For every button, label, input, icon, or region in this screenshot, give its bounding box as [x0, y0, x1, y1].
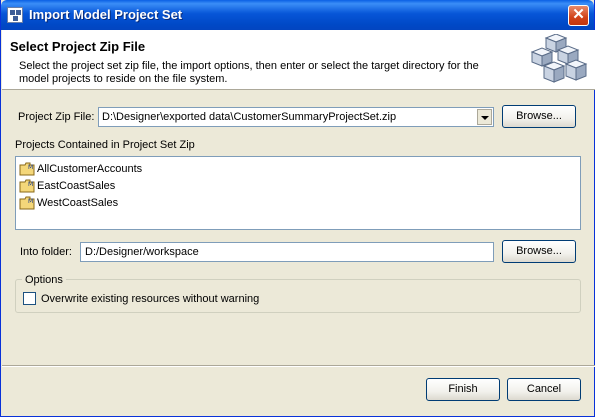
- title-bar[interactable]: Import Model Project Set ✕: [1, 0, 594, 30]
- zip-file-combo[interactable]: D:\Designer\exported data\CustomerSummar…: [98, 107, 494, 127]
- app-icon: [7, 7, 23, 23]
- close-button[interactable]: ✕: [568, 5, 589, 26]
- project-label: WestCoastSales: [37, 197, 119, 209]
- cubes-wizard-icon: [530, 34, 588, 83]
- svg-text:M: M: [28, 164, 33, 171]
- model-project-folder-icon: M: [19, 179, 35, 193]
- options-label: Options: [22, 274, 66, 286]
- footer-separator: [2, 365, 595, 367]
- window-title: Import Model Project Set: [29, 7, 183, 22]
- into-folder-field[interactable]: D:/Designer/workspace: [80, 242, 494, 262]
- into-folder-value: D:/Designer/workspace: [85, 246, 199, 258]
- overwrite-checkbox[interactable]: [23, 292, 36, 305]
- import-dialog: Import Model Project Set ✕ Select Projec…: [0, 0, 595, 417]
- chevron-down-icon[interactable]: [477, 109, 492, 125]
- into-folder-label: Into folder:: [20, 246, 72, 258]
- model-project-folder-icon: M: [19, 196, 35, 210]
- project-label: AllCustomerAccounts: [37, 163, 143, 175]
- svg-text:M: M: [28, 181, 33, 188]
- finish-button[interactable]: Finish: [426, 378, 500, 401]
- close-icon: ✕: [572, 6, 585, 23]
- page-title: Select Project Zip File: [10, 39, 146, 54]
- project-label: EastCoastSales: [37, 180, 116, 192]
- page-description: Select the project set zip file, the imp…: [19, 60, 479, 85]
- browse-folder-button[interactable]: Browse...: [502, 240, 576, 263]
- projects-label: Projects Contained in Project Set Zip: [15, 139, 195, 151]
- projects-list[interactable]: M AllCustomerAccounts M EastCoastSales M…: [15, 156, 581, 230]
- wizard-header: Select Project Zip File Select the proje…: [2, 30, 595, 90]
- overwrite-label[interactable]: Overwrite existing resources without war…: [41, 293, 259, 305]
- svg-text:M: M: [28, 198, 33, 205]
- zip-file-label: Project Zip File:: [18, 111, 95, 123]
- cancel-button[interactable]: Cancel: [507, 378, 581, 401]
- browse-zip-button[interactable]: Browse...: [502, 105, 576, 128]
- zip-file-value: D:\Designer\exported data\CustomerSummar…: [102, 111, 397, 123]
- model-project-folder-icon: M: [19, 162, 35, 176]
